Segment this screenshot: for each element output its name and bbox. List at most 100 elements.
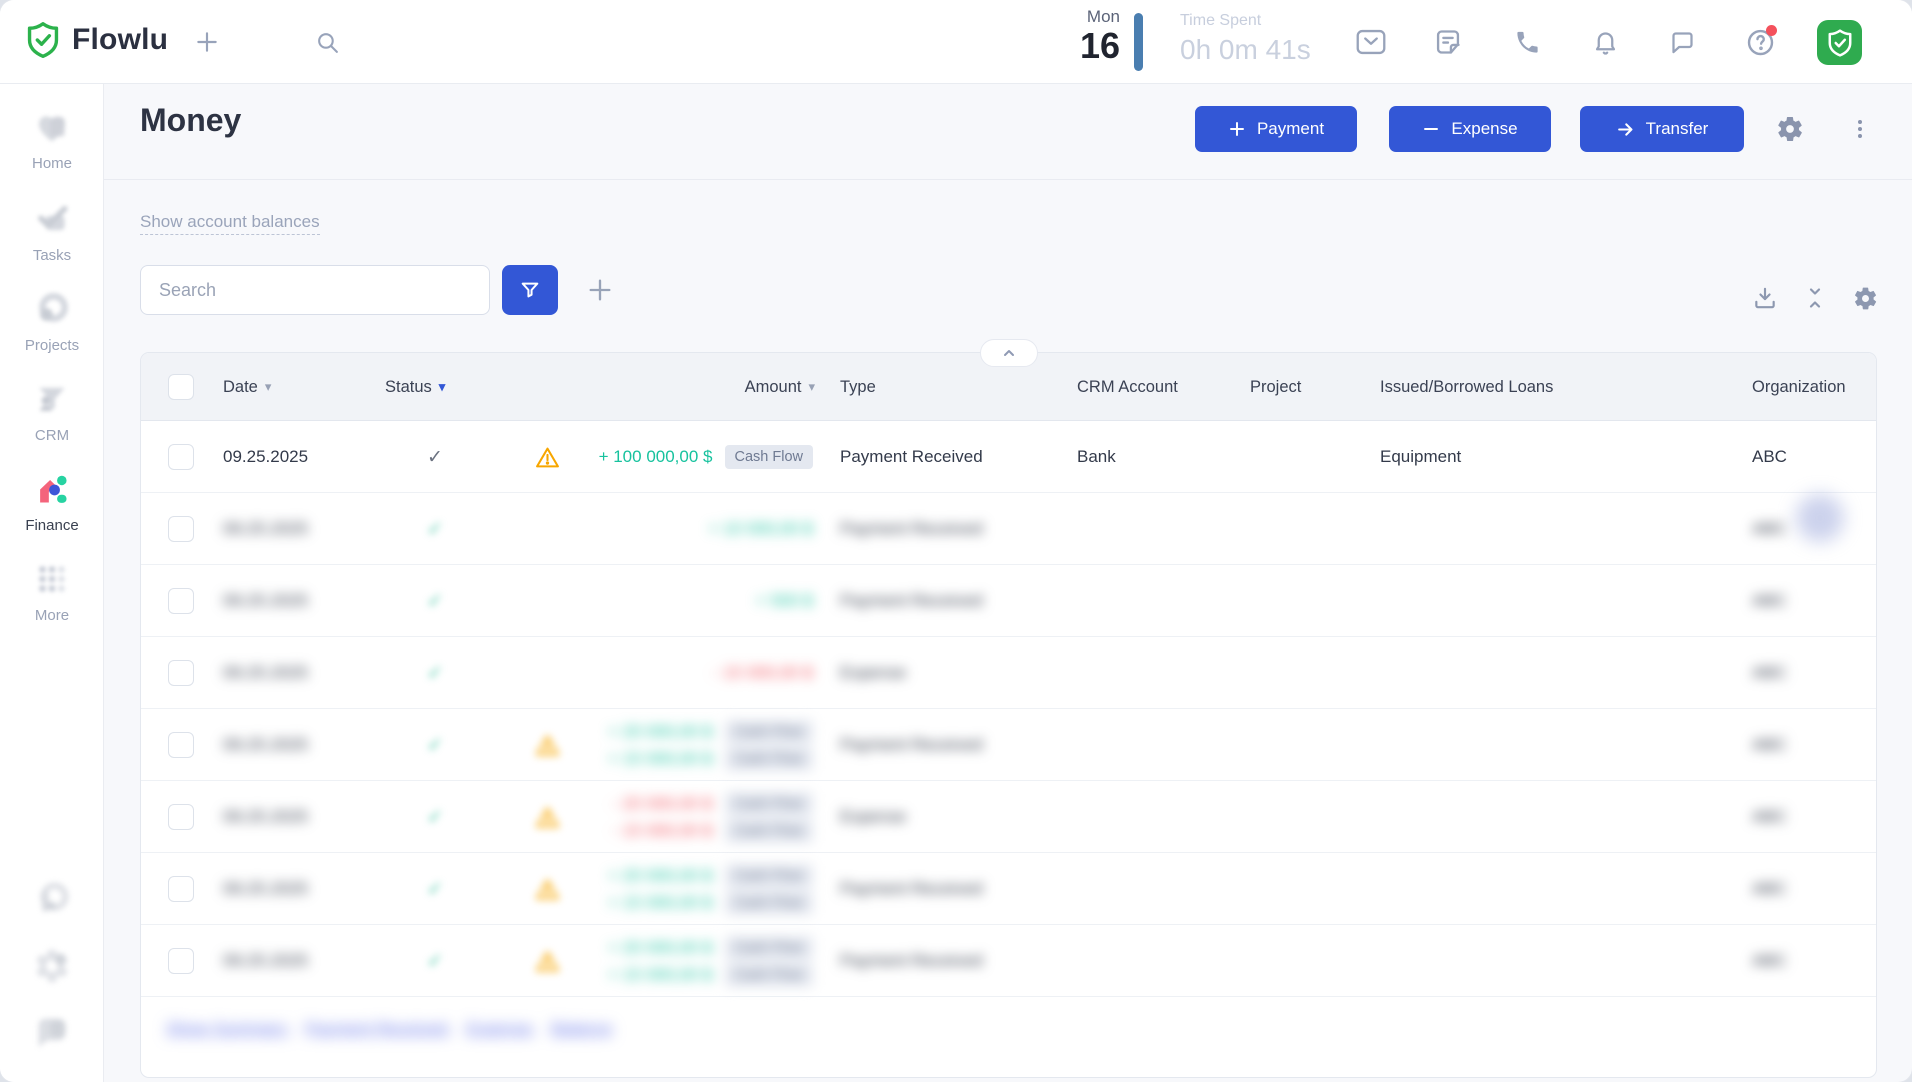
phone-icon[interactable] xyxy=(1505,0,1549,84)
sidebar-item-finance[interactable]: Finance xyxy=(0,470,104,534)
cell-date: 09.25.2025 xyxy=(223,781,308,853)
column-header-crm-account[interactable]: CRM Account xyxy=(1077,353,1178,421)
table-row[interactable]: 09.25.2025 ✓ + 10 000,00 $ Payment Recei… xyxy=(141,493,1876,565)
help-notification-dot xyxy=(1766,25,1777,36)
show-account-balances-link[interactable]: Show account balances xyxy=(140,212,320,235)
cash-flow-badge: Cash Flow xyxy=(725,445,814,469)
column-header-project[interactable]: Project xyxy=(1250,353,1301,421)
sidebar-item-label: Projects xyxy=(0,337,104,354)
projects-icon xyxy=(33,290,71,328)
table-row[interactable]: 09.25.2025 ✓ + 500 $ Payment Received AB… xyxy=(141,565,1876,637)
table-row[interactable]: 09.25.2025 ✓ + 20 000,00 $Cash Flow+ 15 … xyxy=(141,925,1876,997)
row-checkbox[interactable] xyxy=(168,588,194,614)
expense-link[interactable]: Expense, xyxy=(466,1019,537,1039)
support-chat-icon[interactable] xyxy=(0,1012,104,1057)
page-settings-gear-icon[interactable] xyxy=(1770,106,1810,152)
sidebar-item-label: More xyxy=(0,607,104,624)
cell-loans: Equipment xyxy=(1380,421,1461,493)
amount-value: + 20 000,00 $ xyxy=(608,866,712,886)
cell-type: Expense xyxy=(840,637,906,709)
settings-icon[interactable] xyxy=(0,946,104,991)
collapse-table-pill[interactable] xyxy=(980,339,1038,367)
collapse-rows-icon[interactable] xyxy=(1800,283,1830,313)
select-all-checkbox[interactable] xyxy=(168,374,194,400)
add-filter-icon[interactable] xyxy=(580,277,620,303)
cell-amount: + 20 000,00 $Cash Flow+ 15 000,00 $Cash … xyxy=(608,853,813,925)
workspace-avatar[interactable] xyxy=(1817,20,1862,65)
funnel-icon xyxy=(519,279,541,301)
transactions-table: Date▾ Status▾ Amount▾ Type CRM Account P… xyxy=(140,352,1877,1078)
row-checkbox[interactable] xyxy=(168,948,194,974)
status-check-icon: ✓ xyxy=(420,637,450,709)
sidebar-item-crm[interactable]: CRM xyxy=(0,380,104,444)
amount-value: + 500 $ xyxy=(756,591,813,611)
payment-received-link[interactable]: Payment Received, xyxy=(305,1019,452,1039)
row-checkbox[interactable] xyxy=(168,516,194,542)
help-icon[interactable] xyxy=(1738,0,1782,84)
table-row[interactable]: 09.25.2025 ✓ - 20 000,00 $Cash Flow- 15 … xyxy=(141,781,1876,853)
table-row[interactable]: 09.25.2025 ✓ - 15 000,00 $ Expense ABC xyxy=(141,637,1876,709)
warning-icon xyxy=(534,421,560,493)
amount-value: + 20 000,00 $ xyxy=(608,722,712,742)
create-new-button[interactable] xyxy=(185,0,229,84)
cell-amount: + 20 000,00 $Cash Flow+ 15 000,00 $Cash … xyxy=(608,709,813,781)
cell-type: Expense xyxy=(840,781,906,853)
cell-type: Payment Received xyxy=(840,421,983,493)
home-icon xyxy=(33,108,71,146)
page-title: Money xyxy=(140,102,241,139)
notes-icon[interactable] xyxy=(1426,0,1470,84)
cell-organization: ABC xyxy=(1752,637,1787,709)
tasks-icon xyxy=(33,200,71,238)
transfer-button[interactable]: Transfer xyxy=(1580,106,1744,152)
row-checkbox[interactable] xyxy=(168,876,194,902)
column-header-type[interactable]: Type xyxy=(840,353,876,421)
sidebar-item-home[interactable]: Home xyxy=(0,108,104,172)
time-spent-widget[interactable]: Time Spent 0h 0m 41s xyxy=(1180,12,1311,66)
table-row[interactable]: 09.25.2025 ✓ + 20 000,00 $Cash Flow+ 15 … xyxy=(141,853,1876,925)
expense-button[interactable]: Expense xyxy=(1389,106,1551,152)
column-header-organization[interactable]: Organization xyxy=(1752,353,1846,421)
sidebar-item-projects[interactable]: Projects xyxy=(0,290,104,354)
row-checkbox[interactable] xyxy=(168,804,194,830)
export-download-icon[interactable] xyxy=(1750,283,1780,313)
more-icon xyxy=(33,560,71,598)
table-settings-gear-icon[interactable] xyxy=(1850,283,1880,313)
row-checkbox[interactable] xyxy=(168,732,194,758)
sidebar-item-tasks[interactable]: Tasks xyxy=(0,200,104,264)
cell-amount: - 20 000,00 $Cash Flow- 15 000,00 $Cash … xyxy=(612,781,813,853)
flowlu-logo[interactable]: Flowlu xyxy=(26,21,168,59)
column-header-amount[interactable]: Amount▾ xyxy=(631,353,815,421)
filter-button[interactable] xyxy=(502,265,558,315)
warning-icon xyxy=(534,781,560,853)
page-more-kebab-icon[interactable] xyxy=(1840,106,1880,152)
bell-icon[interactable] xyxy=(1583,0,1627,84)
amount-value: + 15 000,00 $ xyxy=(608,749,712,769)
payment-button[interactable]: Payment xyxy=(1195,106,1357,152)
summary-link[interactable]: Show Summary: xyxy=(166,1019,291,1039)
table-footer-links: Show Summary: Payment Received, Expense,… xyxy=(166,1019,612,1039)
column-header-status[interactable]: Status▾ xyxy=(385,353,445,421)
column-header-loans[interactable]: Issued/Borrowed Loans xyxy=(1380,353,1553,421)
column-header-date[interactable]: Date▾ xyxy=(223,353,271,421)
sidebar-item-label: Finance xyxy=(0,517,104,534)
timer-divider-bar xyxy=(1134,13,1143,71)
table-row[interactable]: 09.25.2025 ✓ + 100 000,00 $Cash Flow Pay… xyxy=(141,421,1876,493)
global-search-icon[interactable] xyxy=(305,0,349,84)
sidebar-item-more[interactable]: More xyxy=(0,560,104,624)
logo-text: Flowlu xyxy=(72,23,168,57)
calendar-date[interactable]: Mon 16 xyxy=(1030,0,1120,84)
chat-icon[interactable] xyxy=(1660,0,1704,84)
calendar-weekday: Mon xyxy=(1030,7,1120,27)
row-checkbox[interactable] xyxy=(168,444,194,470)
payment-button-label: Payment xyxy=(1257,119,1324,139)
apps-icon[interactable] xyxy=(0,880,104,925)
table-row[interactable]: 09.25.2025 ✓ + 20 000,00 $Cash Flow+ 15 … xyxy=(141,709,1876,781)
status-check-icon: ✓ xyxy=(420,709,450,781)
cell-amount: + 20 000,00 $Cash Flow+ 15 000,00 $Cash … xyxy=(608,925,813,997)
inbox-icon[interactable] xyxy=(1349,0,1393,84)
chevron-down-icon: ▾ xyxy=(439,379,446,395)
balance-link[interactable]: Balance xyxy=(551,1019,612,1039)
cash-flow-badge: Cash Flow xyxy=(725,963,814,987)
search-input[interactable] xyxy=(140,265,490,315)
row-checkbox[interactable] xyxy=(168,660,194,686)
